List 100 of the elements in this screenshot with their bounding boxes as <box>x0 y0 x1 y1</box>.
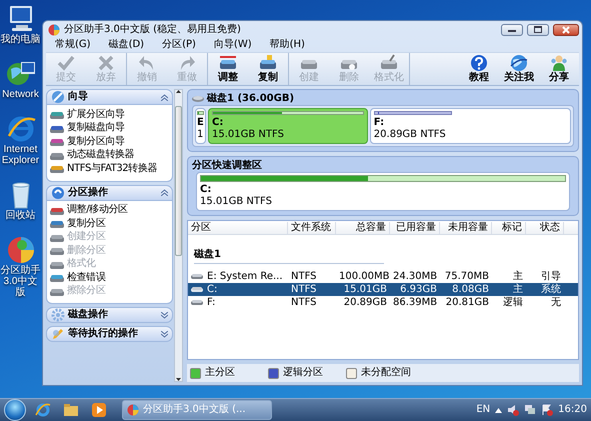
column-header[interactable]: 总容量 <box>336 222 390 234</box>
drive-icon <box>50 272 64 284</box>
cross-icon <box>97 54 115 71</box>
close-icon <box>562 26 570 34</box>
clock[interactable]: 16:20 <box>558 404 587 416</box>
section-title: 分区快速调整区 <box>192 160 262 172</box>
panel-header[interactable]: 磁盘操作 <box>46 307 173 323</box>
start-button[interactable] <box>4 399 26 421</box>
gear-icon <box>51 308 65 322</box>
panel-header[interactable]: 向导 <box>46 89 173 105</box>
partition-block[interactable]: F: 20.89GB NTFS <box>370 108 571 144</box>
table-cell-text: 20.81GB <box>444 296 490 308</box>
app-logo-icon <box>48 24 60 36</box>
table-cell-text: 100.00MB <box>338 270 390 282</box>
sidebar-item[interactable]: 动态磁盘转换器 <box>47 148 172 162</box>
menu-item[interactable]: 常规(G) <box>46 38 100 52</box>
scroll-up-icon <box>176 90 181 93</box>
menu-item[interactable]: 分区(P) <box>153 38 205 52</box>
partition-info: 15.01GB NTFS <box>200 196 273 208</box>
desktop-icon-label[interactable]: 我的电脑 <box>0 34 41 45</box>
window-title: 分区助手3.0中文版 (稳定、易用且免费) <box>64 24 242 36</box>
partition-block[interactable]: C: 15.01GB NTFS <box>208 108 368 144</box>
desktop-icon-label[interactable]: 分区助手3.0中文版 <box>0 265 41 298</box>
tray-arrow-icon <box>495 408 502 412</box>
desktop-icon-label[interactable]: Network <box>0 89 41 100</box>
panel-header[interactable]: 分区操作 <box>46 184 173 200</box>
maximize-icon <box>534 26 542 33</box>
undo-icon <box>138 54 156 71</box>
menu-item[interactable]: 帮助(H) <box>260 38 314 52</box>
table-row[interactable]: E: System Re... NTFS 100.00MB 24.30MB 75.70MB 主 引导 <box>188 270 578 283</box>
sidebar-item[interactable]: NTFS与FAT32转换器 <box>47 162 172 176</box>
drive-icon <box>380 54 398 71</box>
legend-label: 未分配空间 <box>361 367 411 379</box>
desktop-icon-label[interactable]: Internet Explorer <box>0 144 41 166</box>
table-cell-text: NTFS <box>290 284 318 296</box>
legend-label: 主分区 <box>205 367 235 379</box>
check-icon <box>57 54 75 71</box>
table-cell-text: 86.39MB <box>392 296 438 308</box>
drive-icon <box>259 54 277 71</box>
drive-icon <box>191 273 203 280</box>
table-cell: F: <box>207 296 216 308</box>
resize-slider[interactable]: C: 15.01GB NTFS <box>196 172 570 211</box>
chevron-icon <box>161 94 168 100</box>
toolbar-button[interactable]: 复制 <box>248 53 288 85</box>
partition-letter: E <box>197 117 204 129</box>
partition-info: 20.89GB NTFS <box>374 129 447 141</box>
drive-icon <box>50 218 64 230</box>
menu-item[interactable]: 磁盘(D) <box>100 38 154 52</box>
partition-block[interactable]: E 1 <box>195 108 206 144</box>
column-header[interactable]: 状态 <box>526 222 564 234</box>
language-indicator[interactable]: EN <box>476 404 490 416</box>
table-cell-text: NTFS <box>290 270 318 282</box>
table-cell-text: 15.01GB <box>342 284 388 296</box>
drive-icon <box>50 163 64 174</box>
speaker-icon <box>507 404 520 416</box>
toolbar-button[interactable]: 调整 <box>208 53 248 85</box>
menu-item[interactable]: 向导(W) <box>204 38 261 52</box>
desktop-icon-label[interactable]: 回收站 <box>0 210 41 221</box>
table-cell-text: 8.08GB <box>451 284 490 296</box>
drive-icon <box>191 286 203 293</box>
toolbar-button[interactable]: 分享 <box>539 53 579 85</box>
drive-icon <box>191 299 203 306</box>
column-header[interactable]: 已用容量 <box>390 222 440 234</box>
table-row[interactable]: F: NTFS 20.89GB 86.39MB 20.81GB 逻辑 无 <box>188 296 578 309</box>
legend-label: 逻辑分区 <box>283 367 323 379</box>
chevron-icon <box>161 189 168 196</box>
close-button[interactable] <box>553 24 579 36</box>
sidebar-item[interactable]: 扩展分区向导 <box>47 108 172 122</box>
column-header[interactable]: 未用容量 <box>440 222 492 234</box>
toolbar-button[interactable]: 关注我 <box>499 53 539 85</box>
scrollbar[interactable] <box>174 89 183 382</box>
panel-header[interactable]: 等待执行的操作 <box>46 326 173 342</box>
redo-icon <box>178 54 196 71</box>
media-player-icon <box>91 402 107 418</box>
column-header[interactable]: 标记 <box>492 222 526 234</box>
toolbar-button[interactable]: 教程 <box>459 53 499 85</box>
table-row[interactable]: C: NTFS 15.01GB 6.93GB 8.08GB 主 系统 <box>188 283 578 296</box>
partition-info: 1 <box>197 129 204 141</box>
sidebar-item[interactable]: 调整/移动分区 <box>47 204 172 217</box>
drive-icon <box>50 109 64 120</box>
sidebar-item[interactable]: 复制分区 <box>47 217 172 230</box>
column-header[interactable]: 文件系统 <box>288 222 336 234</box>
table-cell-text: 24.30MB <box>392 270 438 282</box>
swirl-icon <box>51 186 65 200</box>
table-cell-text: 无 <box>550 296 562 308</box>
maximize-button[interactable] <box>527 24 549 36</box>
chevron-icon <box>161 330 168 338</box>
table-cell-text: 主 <box>512 284 524 296</box>
pencil-icon <box>51 327 65 341</box>
flag-icon <box>541 404 554 416</box>
sidebar-item[interactable]: 检查错误 <box>47 271 172 284</box>
table-cell: C: <box>207 284 218 296</box>
sidebar-item[interactable]: 复制磁盘向导 <box>47 122 172 135</box>
globe-icon <box>510 54 528 71</box>
chevron-icon <box>161 312 168 318</box>
drive-icon <box>50 245 64 256</box>
sidebar-item[interactable]: 复制分区向导 <box>47 135 172 148</box>
column-header[interactable]: 分区 <box>188 222 288 234</box>
table-cell: E: System Re... <box>207 270 283 282</box>
minimize-button[interactable] <box>501 24 523 36</box>
